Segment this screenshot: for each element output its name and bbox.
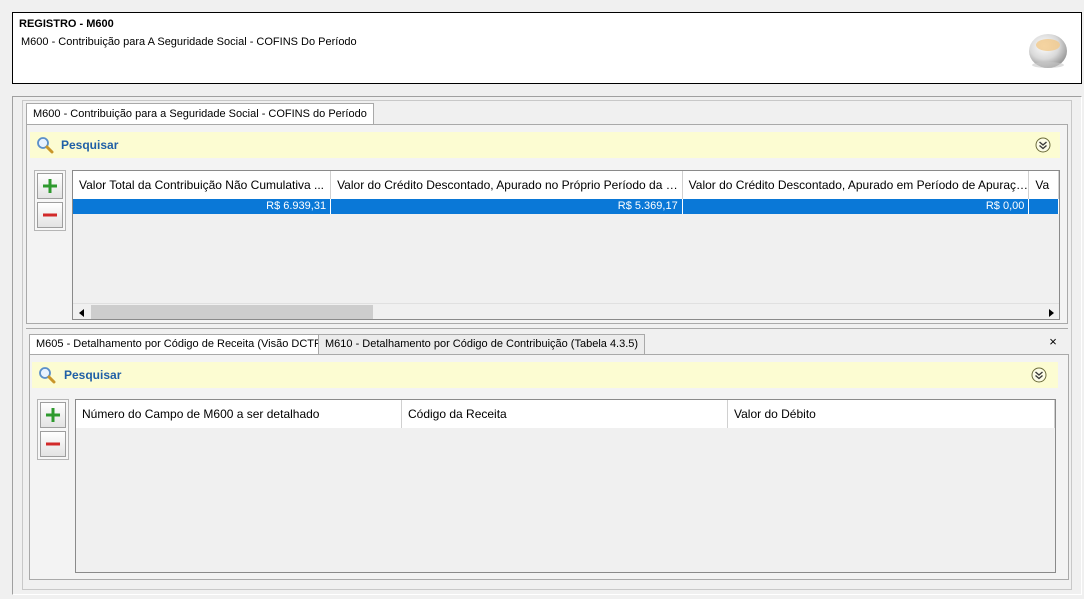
add-button[interactable]	[40, 402, 66, 428]
plus-icon	[43, 179, 57, 193]
chevron-double-down-icon[interactable]	[1031, 367, 1047, 383]
bottom-action-buttons	[37, 399, 69, 460]
column-header[interactable]: Código da Receita	[402, 400, 728, 428]
m600-grid: Valor Total da Contribuição Não Cumulati…	[72, 170, 1060, 320]
column-header[interactable]: Valor do Débito	[728, 400, 1055, 428]
panel-divider	[26, 328, 1068, 329]
tab-m610-label: M610 - Detalhamento por Código de Contri…	[325, 338, 639, 350]
tab-m600-label: M600 - Contribuição para a Seguridade So…	[33, 108, 367, 120]
remove-button[interactable]	[40, 431, 66, 457]
table-cell[interactable]: R$ 5.369,17	[331, 199, 683, 214]
top-action-buttons	[34, 170, 66, 231]
bottom-search-bar[interactable]: Pesquisar	[32, 362, 1058, 388]
column-header[interactable]: Número do Campo de M600 a ser detalhado	[76, 400, 402, 428]
table-cell[interactable]: R$ 6.939,31	[73, 199, 332, 214]
m605-grid: Número do Campo de M600 a ser detalhado …	[75, 399, 1056, 573]
page-subtitle: M600 - Contribuição para A Seguridade So…	[21, 36, 357, 48]
search-icon	[38, 366, 56, 384]
search-icon	[36, 136, 54, 154]
grid-header: Valor Total da Contribuição Não Cumulati…	[73, 171, 1059, 199]
chevron-double-down-icon[interactable]	[1035, 137, 1051, 153]
grid-header: Número do Campo de M600 a ser detalhado …	[76, 400, 1055, 428]
table-row[interactable]: R$ 6.939,31 R$ 5.369,17 R$ 0,00	[73, 199, 1059, 214]
column-header[interactable]: Va	[1029, 171, 1059, 199]
minus-icon	[46, 442, 60, 446]
scroll-left-icon[interactable]	[73, 304, 90, 319]
add-button[interactable]	[37, 173, 63, 199]
horizontal-scrollbar[interactable]	[73, 303, 1059, 319]
tab-m610[interactable]: M610 - Detalhamento por Código de Contri…	[318, 334, 646, 354]
scroll-right-icon[interactable]	[1042, 304, 1059, 319]
page-title: REGISTRO - M600	[19, 18, 114, 30]
scrollbar-thumb[interactable]	[91, 305, 373, 319]
search-label: Pesquisar	[64, 368, 122, 382]
remove-button[interactable]	[37, 202, 63, 228]
tab-m605[interactable]: M605 - Detalhamento por Código de Receit…	[29, 334, 332, 354]
top-search-bar[interactable]: Pesquisar	[30, 132, 1060, 158]
search-label: Pesquisar	[61, 138, 119, 152]
sped-logo-icon	[1027, 29, 1069, 71]
tab-m600[interactable]: M600 - Contribuição para a Seguridade So…	[26, 103, 374, 124]
register-header: REGISTRO - M600 M600 - Contribuição para…	[12, 12, 1082, 84]
column-header[interactable]: Valor do Crédito Descontado, Apurado em …	[683, 171, 1030, 199]
close-icon[interactable]: ×	[1046, 335, 1060, 349]
column-header[interactable]: Valor do Crédito Descontado, Apurado no …	[331, 171, 683, 199]
plus-icon	[46, 408, 60, 422]
minus-icon	[43, 213, 57, 217]
tab-m605-label: M605 - Detalhamento por Código de Receit…	[36, 338, 325, 350]
column-header[interactable]: Valor Total da Contribuição Não Cumulati…	[73, 171, 332, 199]
table-cell[interactable]	[1029, 199, 1059, 214]
table-cell[interactable]: R$ 0,00	[683, 199, 1030, 214]
